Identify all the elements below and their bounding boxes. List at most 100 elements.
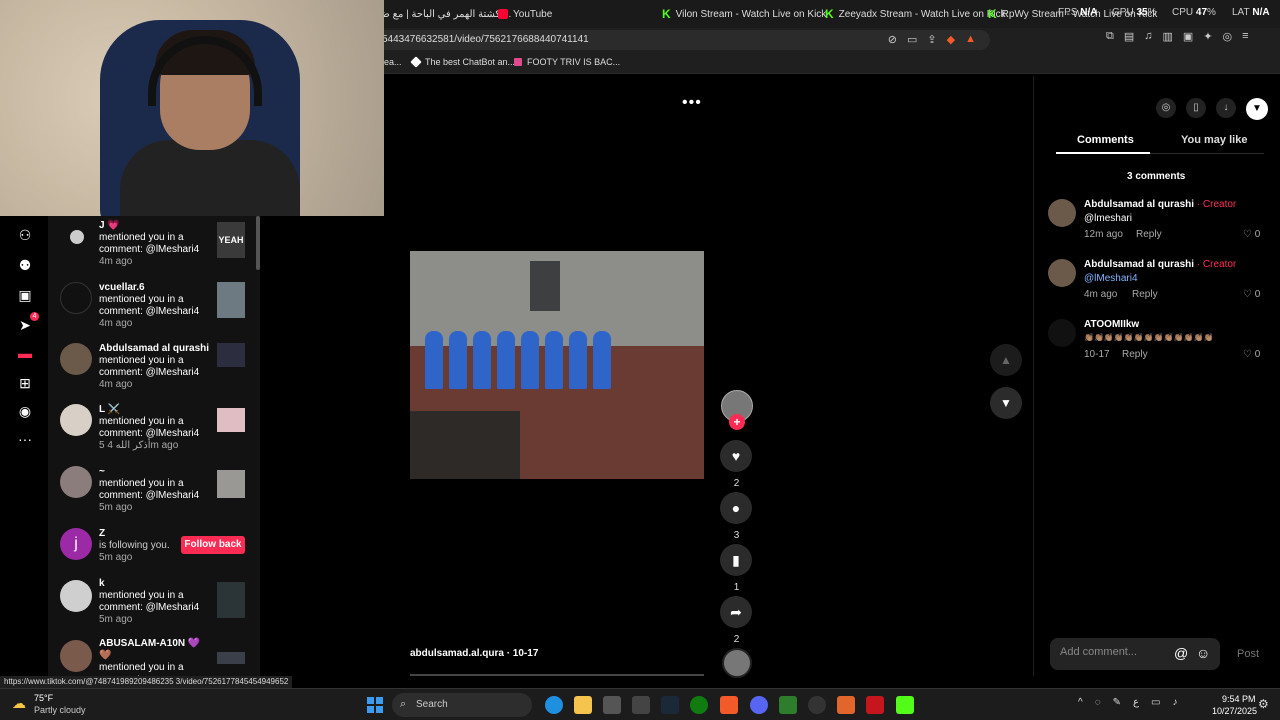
reply-button[interactable]: Reply bbox=[1136, 229, 1162, 240]
more-options-icon[interactable]: ••• bbox=[682, 94, 702, 112]
profile-icon[interactable]: ◉ bbox=[16, 402, 34, 420]
inbox-icon[interactable]: ▬ bbox=[16, 344, 34, 362]
comment-like[interactable]: ♡ 0 bbox=[1243, 289, 1260, 300]
clock-date[interactable]: 10/27/2025 bbox=[1212, 706, 1257, 716]
avatar[interactable] bbox=[1048, 199, 1076, 227]
heart-icon[interactable]: ♥ bbox=[720, 440, 752, 472]
leo-icon[interactable]: ✦ bbox=[1203, 30, 1212, 43]
wallet-icon[interactable]: ▣ bbox=[1183, 30, 1193, 43]
upload-icon[interactable]: ⊞ bbox=[16, 374, 34, 392]
app-icon[interactable] bbox=[866, 696, 884, 714]
steam-icon[interactable] bbox=[661, 696, 679, 714]
video-thumbnail[interactable] bbox=[217, 582, 245, 618]
store-icon[interactable] bbox=[603, 696, 621, 714]
comment-author[interactable]: Abdulsamad al qurashi · Creator bbox=[1084, 259, 1236, 270]
bookmark-item[interactable]: ea... bbox=[384, 57, 402, 67]
cast-icon[interactable]: ▭ bbox=[907, 33, 917, 46]
emoji-icon[interactable]: ☺ bbox=[1196, 645, 1210, 661]
reply-button[interactable]: Reply bbox=[1122, 349, 1148, 360]
kick-icon[interactable] bbox=[896, 696, 914, 714]
notifications-scrollbar[interactable] bbox=[256, 216, 260, 270]
extensions-icon[interactable]: ⧉ bbox=[1106, 30, 1114, 43]
vpn-icon[interactable]: ◎ bbox=[1223, 30, 1233, 43]
rewards-icon[interactable]: ▲ bbox=[965, 33, 976, 46]
video-thumbnail[interactable]: YEAH bbox=[217, 222, 245, 258]
xbox-icon[interactable] bbox=[690, 696, 708, 714]
comment-mention[interactable]: @lMeshari4 bbox=[1084, 273, 1138, 284]
chevron-up-icon[interactable]: ^ bbox=[1078, 697, 1083, 708]
weather-desc[interactable]: Partly cloudy bbox=[34, 705, 86, 715]
tab-comments[interactable]: Comments bbox=[1077, 134, 1134, 146]
tab-youtube[interactable]: YouTube bbox=[498, 6, 552, 22]
video-caption[interactable]: abdulsamad.al.qura · 10-17 bbox=[410, 648, 538, 659]
tab-arabic[interactable]: كشتة الهمر في الباحة | مع ضيف ... bbox=[368, 6, 511, 22]
video-thumbnail[interactable] bbox=[217, 470, 245, 498]
share-action[interactable]: ➦ 2 bbox=[720, 596, 753, 645]
brave-icon[interactable] bbox=[720, 696, 738, 714]
compass-icon[interactable]: ◎ bbox=[1156, 98, 1176, 118]
save-action[interactable]: ▮ 1 bbox=[720, 544, 753, 593]
language-indicator[interactable]: ع bbox=[1133, 697, 1139, 708]
video-player[interactable] bbox=[410, 251, 704, 479]
video-thumbnail[interactable] bbox=[217, 282, 245, 318]
comment-like[interactable]: ♡ 0 bbox=[1243, 349, 1260, 360]
obs-icon[interactable] bbox=[808, 696, 826, 714]
nvidia-icon[interactable] bbox=[779, 696, 797, 714]
share-icon[interactable]: ⇪ bbox=[927, 33, 936, 46]
friends-icon[interactable]: ⚉ bbox=[16, 256, 34, 274]
reply-button[interactable]: Reply bbox=[1132, 289, 1158, 300]
weather-temp[interactable]: 75°F bbox=[34, 693, 53, 703]
video-thumbnail[interactable] bbox=[217, 652, 245, 664]
live-icon[interactable]: ▣ bbox=[16, 286, 34, 304]
start-button[interactable] bbox=[367, 697, 383, 713]
add-comment-box[interactable]: @ ☺ bbox=[1050, 638, 1220, 670]
previous-video-button[interactable]: ▲ bbox=[990, 344, 1022, 376]
taskbar-search[interactable]: ⌕ Search bbox=[392, 693, 532, 717]
tab-you-may-like[interactable]: You may like bbox=[1181, 134, 1247, 146]
edge-icon[interactable] bbox=[545, 696, 563, 714]
comment-action[interactable]: ● 3 bbox=[720, 492, 753, 541]
clock-time[interactable]: 9:54 PM bbox=[1222, 694, 1256, 704]
sound-avatar[interactable] bbox=[722, 648, 752, 678]
tab-zeeyadx[interactable]: K Zeeyadx Stream - Watch Live on Kick bbox=[825, 6, 1006, 22]
terminal-icon[interactable] bbox=[632, 696, 650, 714]
app-icon[interactable] bbox=[837, 696, 855, 714]
discord-icon[interactable] bbox=[750, 696, 768, 714]
bookmark-icon[interactable]: ▮ bbox=[720, 544, 752, 576]
phone-icon[interactable]: ▯ bbox=[1186, 98, 1206, 118]
share-arrow-icon[interactable]: ➦ bbox=[720, 596, 752, 628]
sidebar-icon[interactable]: ▥ bbox=[1163, 30, 1173, 43]
sync-icon[interactable]: ◌ bbox=[1095, 697, 1101, 708]
url-field[interactable]: 5443476632581/video/7562176688440741141 … bbox=[370, 30, 990, 50]
brave-logo-icon[interactable]: ▼ bbox=[1246, 98, 1268, 120]
notification-center-icon[interactable]: ⚙ bbox=[1258, 697, 1269, 711]
like-action[interactable]: ♥ 2 bbox=[720, 440, 753, 489]
network-icon[interactable]: ▭ bbox=[1151, 697, 1160, 708]
avatar[interactable] bbox=[1048, 259, 1076, 287]
pen-icon[interactable]: ✎ bbox=[1113, 697, 1121, 708]
reader-icon[interactable]: ▤ bbox=[1124, 30, 1134, 43]
video-progress-bar[interactable] bbox=[410, 674, 704, 676]
bookmark-item[interactable]: FOOTY TRIV IS BAC... bbox=[514, 57, 620, 67]
video-thumbnail[interactable] bbox=[217, 408, 245, 432]
video-thumbnail[interactable] bbox=[217, 343, 245, 367]
bookmark-item[interactable]: The best ChatBot an... bbox=[410, 56, 515, 68]
post-button[interactable]: Post bbox=[1237, 648, 1259, 660]
comment-author[interactable]: ATOOMIIkw bbox=[1084, 319, 1139, 330]
mention-icon[interactable]: @ bbox=[1174, 645, 1188, 661]
comment-icon[interactable]: ● bbox=[720, 492, 752, 524]
download-icon[interactable]: ↓ bbox=[1216, 98, 1236, 118]
more-icon[interactable]: ··· bbox=[16, 430, 34, 448]
brave-shield-icon[interactable]: ◆ bbox=[947, 33, 955, 46]
comment-input[interactable] bbox=[1060, 646, 1170, 658]
comment-like[interactable]: ♡ 0 bbox=[1243, 229, 1260, 240]
weather-icon[interactable]: ☁ bbox=[12, 695, 30, 713]
music-icon[interactable]: ♫ bbox=[1144, 30, 1152, 43]
avatar[interactable] bbox=[1048, 319, 1076, 347]
add-friend-icon[interactable]: ⚇ bbox=[16, 226, 34, 244]
follow-plus-icon[interactable]: + bbox=[729, 414, 745, 430]
no-track-icon[interactable]: ⊘ bbox=[888, 33, 897, 46]
menu-icon[interactable]: ≡ bbox=[1242, 30, 1248, 43]
tab-vilon[interactable]: K Vilon Stream - Watch Live on Kick bbox=[662, 6, 826, 22]
follow-back-button[interactable]: Follow back bbox=[181, 536, 245, 554]
